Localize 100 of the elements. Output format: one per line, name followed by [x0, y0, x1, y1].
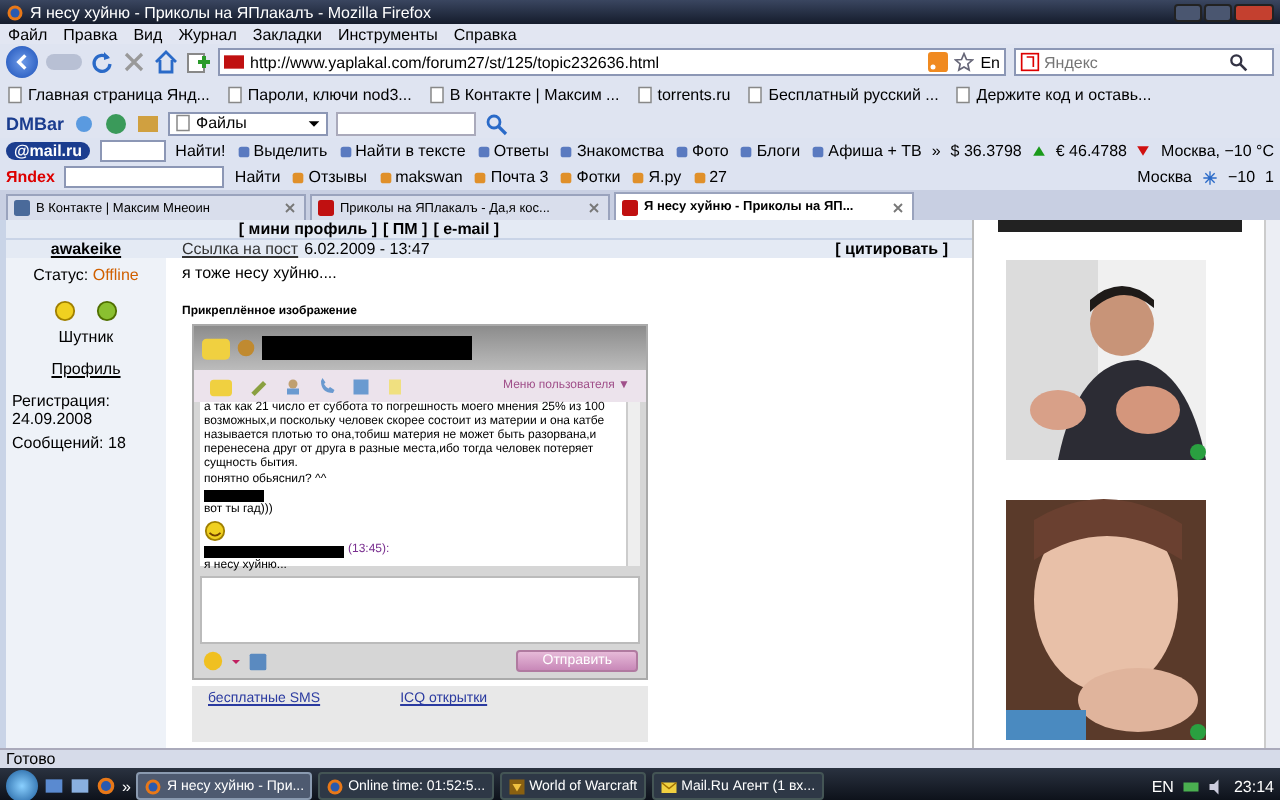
profile-link[interactable]: [ e-mail ]: [433, 220, 500, 238]
window-icon[interactable]: [70, 776, 90, 796]
toolbar-icon[interactable]: [235, 143, 252, 159]
dmbar-logo: DMBar: [6, 113, 65, 133]
temperature: −10: [1227, 168, 1256, 186]
toolbar-button[interactable]: Я.ру: [630, 168, 682, 186]
up-triangle-icon[interactable]: [1031, 144, 1046, 158]
find-button[interactable]: Найти!: [175, 142, 226, 160]
scrollbar[interactable]: [1264, 220, 1280, 748]
maximize-button[interactable]: [1204, 3, 1232, 21]
star-icon[interactable]: [954, 52, 975, 72]
toolbar-button[interactable]: 27: [691, 168, 728, 186]
profile-link[interactable]: [ ПМ ]: [383, 220, 428, 238]
address-field[interactable]: http://www.yaplakal.com/forum27/st/125/topic232636.html En: [218, 48, 1006, 76]
yandex-icon[interactable]: [1020, 52, 1040, 72]
rss-icon[interactable]: [928, 52, 949, 72]
pencil-icon[interactable]: [248, 376, 268, 396]
post-text: я тоже несу хуйню....: [182, 264, 339, 282]
toolbar-button[interactable]: Отзывы: [290, 168, 368, 186]
close-tab-icon[interactable]: [282, 200, 298, 216]
bookmark[interactable]: Главная страница Янд...: [6, 85, 210, 103]
toolbar-button[interactable]: Знакомства: [558, 142, 664, 160]
page-icon[interactable]: [225, 85, 244, 103]
mail-search-field[interactable]: [100, 140, 166, 162]
bookmark[interactable]: Пароли, ключи nod3...: [225, 85, 412, 103]
toolbar-button[interactable]: Ответы: [475, 142, 549, 160]
toolbar-icon[interactable]: [337, 143, 354, 159]
quote-link[interactable]: [ цитировать ]: [835, 240, 972, 258]
profile-link[interactable]: Профиль: [51, 360, 121, 378]
start-button[interactable]: [6, 770, 38, 800]
stop-icon[interactable]: [122, 50, 146, 74]
counter: 1: [1265, 168, 1274, 186]
phone-icon[interactable]: [318, 377, 336, 395]
profile-link[interactable]: [ мини профиль ]: [238, 220, 377, 238]
site-icon[interactable]: [224, 52, 244, 72]
text-field[interactable]: [336, 111, 477, 135]
find-button[interactable]: Найти: [234, 168, 281, 186]
toolbar-button[interactable]: Выделить: [235, 142, 328, 160]
minimize-button[interactable]: [1174, 3, 1202, 21]
author-name[interactable]: awakeike: [6, 240, 166, 258]
toolbar-button[interactable]: Фото: [673, 142, 729, 160]
bookmark[interactable]: В Контакте | Максим ...: [427, 85, 620, 103]
post-link[interactable]: Ссылка на пост: [166, 240, 299, 258]
user-icon[interactable]: [284, 377, 302, 395]
exchange-rate: $ 36.3798: [950, 142, 1022, 160]
page-icon[interactable]: [174, 114, 193, 132]
back-button[interactable]: [6, 46, 38, 78]
menu-item[interactable]: Файл: [8, 25, 48, 43]
mail-logo[interactable]: @mail.ru: [6, 142, 91, 160]
language-indicator[interactable]: EN: [1151, 777, 1174, 795]
menu-item[interactable]: Правка: [63, 25, 118, 43]
menu-item[interactable]: Закладки: [252, 25, 323, 43]
close-tab-icon[interactable]: [586, 200, 602, 216]
toolbar-button[interactable]: Почта 3: [472, 168, 549, 186]
reload-icon[interactable]: [90, 50, 114, 74]
home-icon[interactable]: [154, 50, 178, 74]
scrollbar[interactable]: [626, 402, 640, 566]
more-button[interactable]: »: [122, 777, 131, 795]
post-count: Сообщений: 18: [10, 434, 126, 452]
bookmark[interactable]: torrents.ru: [635, 85, 731, 103]
close-button[interactable]: [1234, 3, 1274, 21]
page-icon[interactable]: [427, 85, 446, 103]
toolbar-icon[interactable]: [810, 143, 827, 159]
caret-icon[interactable]: [306, 115, 323, 131]
search-icon[interactable]: [1228, 52, 1248, 72]
toolbar-icon[interactable]: [738, 143, 755, 159]
menu-item[interactable]: Справка: [453, 25, 517, 43]
yandex-logo[interactable]: Яndex: [6, 168, 55, 186]
toolbar-button[interactable]: Найти в тексте: [337, 142, 466, 160]
page-icon[interactable]: [746, 85, 765, 103]
menu-item[interactable]: Инструменты: [338, 25, 438, 43]
page-icon[interactable]: [6, 85, 24, 103]
toolbar-icon[interactable]: [290, 169, 307, 185]
close-tab-icon[interactable]: [890, 199, 906, 215]
menu-item[interactable]: Журнал: [178, 25, 237, 43]
search-field[interactable]: Яндекс: [1014, 48, 1274, 76]
files-dropdown[interactable]: Файлы: [168, 111, 329, 135]
box-icon[interactable]: [136, 111, 161, 135]
toolbar-button[interactable]: Блоги: [738, 142, 801, 160]
toolbar-button[interactable]: makswan: [377, 168, 463, 186]
menu-item[interactable]: Вид: [133, 25, 163, 43]
page-icon[interactable]: [954, 85, 973, 103]
page-icon[interactable]: [635, 85, 654, 103]
desktop-icon[interactable]: [44, 776, 64, 796]
bookmark[interactable]: Бесплатный русский ...: [746, 85, 939, 103]
exchange-rate: € 46.4788: [1055, 142, 1127, 160]
more-button[interactable]: »: [931, 142, 941, 160]
down-triangle-icon[interactable]: [1136, 144, 1151, 158]
network-icon[interactable]: [1181, 777, 1200, 795]
toolbar-button[interactable]: Фотки: [558, 168, 621, 186]
bookmark[interactable]: Держите код и оставь...: [954, 85, 1152, 103]
toolbar-icon[interactable]: [377, 169, 394, 185]
game-icon[interactable]: [507, 777, 526, 795]
yandex-search-field[interactable]: [64, 166, 225, 188]
toolbar-button[interactable]: Афиша + ТВ: [810, 142, 922, 160]
snowflake-icon[interactable]: [1201, 169, 1218, 185]
add-icon[interactable]: [186, 50, 210, 74]
toolbar-icon[interactable]: [630, 169, 647, 185]
message-input[interactable]: [200, 576, 640, 644]
favicon-icon[interactable]: [622, 199, 638, 215]
